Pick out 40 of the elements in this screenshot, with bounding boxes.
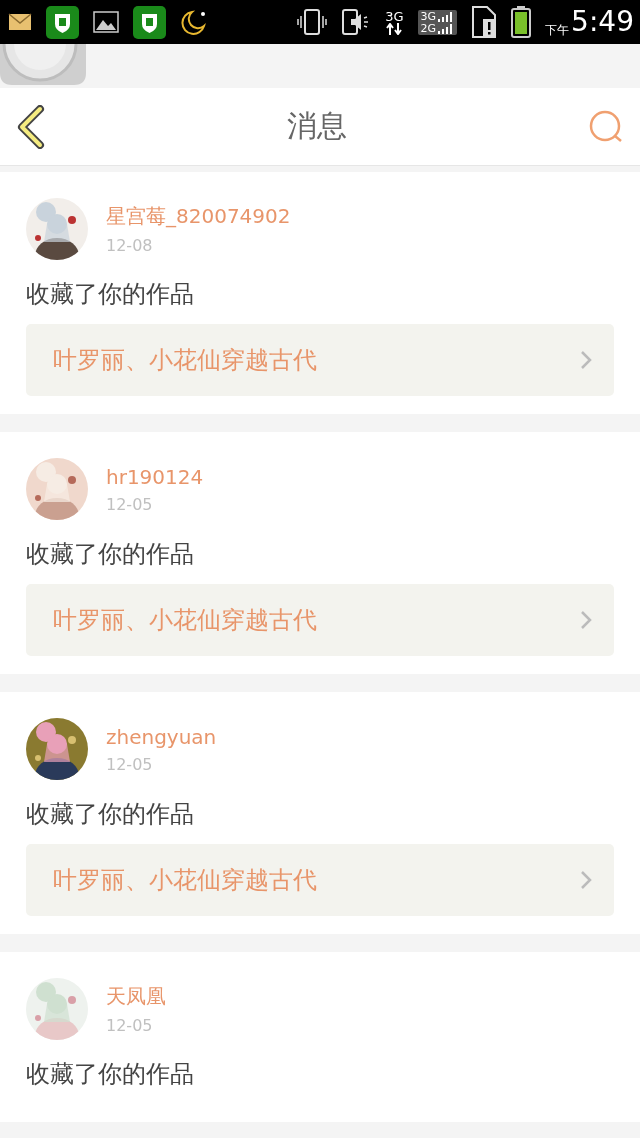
signal-icon — [438, 23, 455, 34]
mail-icon — [8, 13, 32, 31]
search-icon — [588, 109, 624, 144]
network-type: 3G — [385, 9, 404, 23]
chevron-right-icon — [580, 610, 592, 630]
data-arrows-icon — [386, 22, 403, 35]
moon-icon — [180, 9, 208, 35]
message-text: 收藏了你的作品 — [26, 279, 195, 310]
clock-time: 5:49 — [571, 8, 634, 36]
user-name[interactable]: 天凤凰 — [106, 983, 166, 1010]
work-link[interactable]: 叶罗丽、小花仙穿越古代 — [26, 844, 614, 916]
sim-label: 2G — [420, 22, 437, 34]
page-title: 消息 — [287, 107, 347, 145]
chevron-right-icon — [580, 870, 592, 890]
battery-icon — [511, 6, 532, 38]
message-date: 12-05 — [106, 1016, 154, 1035]
message-date: 12-05 — [106, 494, 154, 514]
sim-label: 3G — [420, 10, 437, 22]
search-button[interactable] — [588, 109, 624, 144]
message-text: 收藏了你的作品 — [26, 1059, 195, 1090]
time-period: 下午 — [545, 24, 570, 36]
message-text: 收藏了你的作品 — [26, 799, 195, 830]
floating-app-icon[interactable] — [0, 44, 86, 85]
back-chevron-icon — [16, 104, 46, 149]
message-text: 收藏了你的作品 — [26, 539, 195, 570]
back-button[interactable] — [16, 104, 46, 149]
work-link[interactable]: 叶罗丽、小花仙穿越古代 — [26, 584, 614, 656]
image-icon — [93, 11, 119, 33]
message-date: 12-08 — [106, 236, 154, 255]
message-date: 12-05 — [106, 754, 154, 774]
sim-alert-icon — [471, 6, 498, 38]
signal-icon — [438, 11, 455, 22]
user-name[interactable]: hr190124 — [106, 464, 204, 489]
user-name[interactable]: zhengyuan — [106, 724, 217, 749]
shield-app-icon — [46, 5, 79, 39]
work-link[interactable]: 叶罗丽、小花仙穿越古代 — [26, 324, 614, 396]
user-name[interactable]: 星宫莓_820074902 — [106, 203, 291, 230]
shield-app-icon — [133, 5, 166, 39]
chevron-right-icon — [580, 350, 592, 370]
vibrate-icon — [297, 8, 328, 36]
